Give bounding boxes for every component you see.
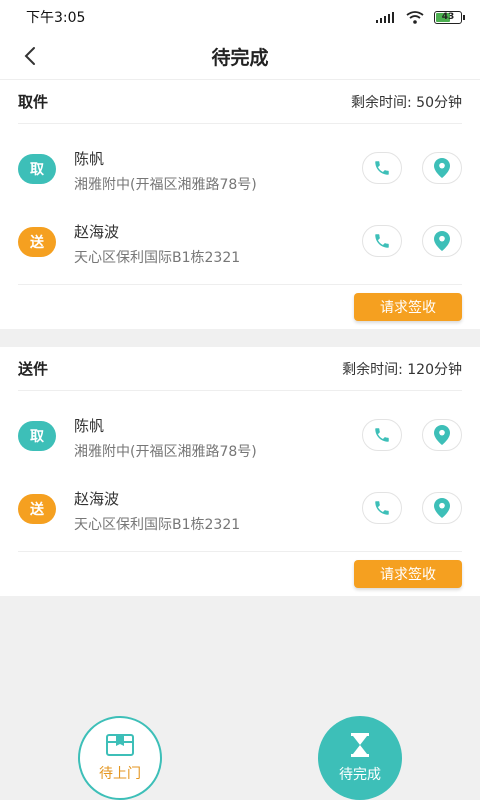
card-header: 送件 剩余时间: 120分钟 — [18, 347, 462, 391]
location-button[interactable] — [422, 419, 462, 451]
status-time: 下午3:05 — [26, 10, 86, 26]
delivery-tag: 送 — [18, 227, 56, 257]
contact-name: 赵海波 — [74, 490, 120, 508]
card-footer: 请求签收 — [18, 551, 462, 596]
status-icons: 43 — [376, 10, 465, 24]
contact-address: 天心区保利国际B1栋2321 — [74, 517, 241, 533]
location-pin-icon — [434, 425, 450, 445]
call-button[interactable] — [362, 419, 402, 451]
location-button[interactable] — [422, 225, 462, 257]
contact-address: 湘雅附中(开福区湘雅路78号) — [74, 177, 257, 193]
call-button[interactable] — [362, 225, 402, 257]
list-item: 送 赵海波 天心区保利国际B1栋2321 — [18, 197, 462, 270]
order-card-delivery: 送件 剩余时间: 120分钟 取 陈帆 湘雅附中(开福区湘雅路78号) 送 赵海… — [0, 347, 480, 596]
card-footer: 请求签收 — [18, 284, 462, 329]
request-sign-button[interactable]: 请求签收 — [354, 293, 462, 321]
remaining-time: 剩余时间: 50分钟 — [351, 94, 462, 111]
card-type: 取件 — [18, 93, 49, 111]
call-button[interactable] — [362, 492, 402, 524]
battery-icon: 43 — [434, 10, 465, 24]
call-button[interactable] — [362, 152, 402, 184]
nav-bar: 待完成 — [0, 34, 480, 80]
phone-icon — [375, 234, 389, 248]
back-button[interactable] — [18, 44, 42, 68]
list-item: 取 陈帆 湘雅附中(开福区湘雅路78号) — [18, 124, 462, 197]
card-type: 送件 — [18, 360, 49, 378]
waiting-pickup-label: 待上门 — [99, 766, 141, 782]
back-arrow-icon — [24, 47, 35, 65]
pending-complete-button[interactable]: 待完成 — [318, 716, 402, 800]
pending-complete-label: 待完成 — [339, 767, 381, 783]
phone-icon — [375, 161, 389, 175]
location-button[interactable] — [422, 492, 462, 524]
box-icon — [106, 734, 134, 756]
pickup-tag: 取 — [18, 421, 56, 451]
contact-name: 陈帆 — [74, 150, 105, 168]
battery-level: 43 — [441, 12, 455, 22]
hourglass-icon — [351, 733, 369, 757]
list-item: 送 赵海波 天心区保利国际B1栋2321 — [18, 464, 462, 537]
page-title: 待完成 — [211, 47, 269, 69]
remaining-time: 剩余时间: 120分钟 — [342, 361, 462, 378]
contact-address: 天心区保利国际B1栋2321 — [74, 250, 241, 266]
list-item: 取 陈帆 湘雅附中(开福区湘雅路78号) — [18, 391, 462, 464]
wifi-icon — [406, 10, 424, 24]
location-pin-icon — [434, 231, 450, 251]
location-pin-icon — [434, 498, 450, 518]
card-header: 取件 剩余时间: 50分钟 — [18, 80, 462, 124]
phone-icon — [375, 428, 389, 442]
contact-name: 赵海波 — [74, 223, 120, 241]
status-bar: 下午3:05 43 — [0, 0, 480, 34]
location-pin-icon — [434, 158, 450, 178]
phone-icon — [375, 501, 389, 515]
pickup-tag: 取 — [18, 154, 56, 184]
signal-icon — [376, 12, 394, 23]
order-card-pickup: 取件 剩余时间: 50分钟 取 陈帆 湘雅附中(开福区湘雅路78号) 送 赵海波… — [0, 80, 480, 329]
request-sign-button[interactable]: 请求签收 — [354, 560, 462, 588]
location-button[interactable] — [422, 152, 462, 184]
contact-address: 湘雅附中(开福区湘雅路78号) — [74, 444, 257, 460]
contact-name: 陈帆 — [74, 417, 105, 435]
waiting-pickup-button[interactable]: 待上门 — [78, 716, 162, 800]
delivery-tag: 送 — [18, 494, 56, 524]
